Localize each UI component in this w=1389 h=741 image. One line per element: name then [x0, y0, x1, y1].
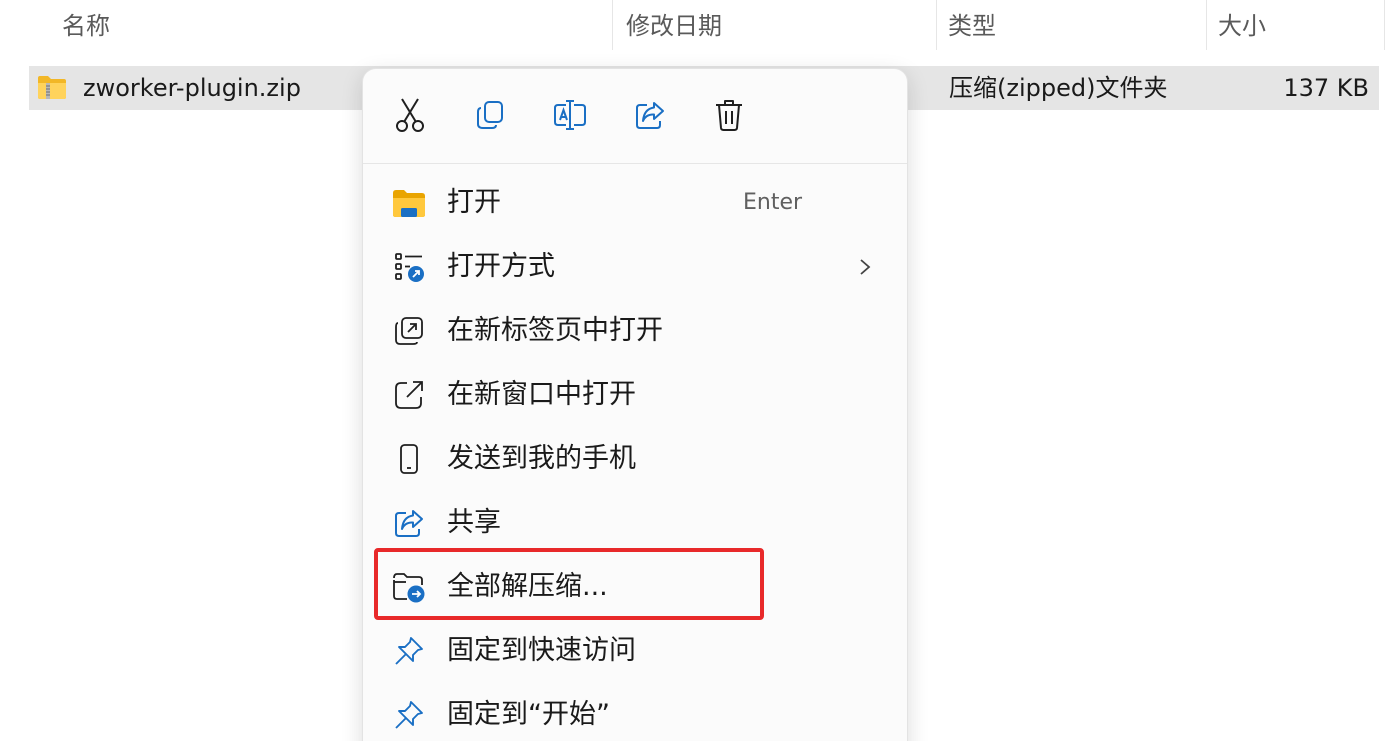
column-size[interactable]: 大小	[1218, 0, 1266, 52]
copy-icon	[474, 99, 506, 135]
menu-item-label: 全部解压缩...	[447, 571, 608, 602]
share-button[interactable]	[630, 97, 670, 137]
menu-item-open-new-tab[interactable]: 在新标签页中打开	[363, 303, 907, 359]
context-menu: 打开 Enter 打开方式 在新标签页中打开 在新窗口中打开 发送到我的手机 共…	[362, 68, 908, 741]
zip-folder-icon	[37, 74, 67, 100]
rename-button[interactable]	[550, 97, 590, 137]
file-size: 137 KB	[1283, 74, 1369, 102]
extract-all-icon	[391, 569, 427, 605]
menu-item-label: 发送到我的手机	[447, 443, 636, 474]
delete-icon	[714, 98, 744, 136]
menu-item-label: 固定到“开始”	[447, 699, 610, 730]
column-modified[interactable]: 修改日期	[626, 0, 722, 52]
column-name[interactable]: 名称	[62, 0, 110, 52]
column-divider[interactable]	[612, 0, 613, 50]
pin-icon	[391, 697, 427, 733]
column-type[interactable]: 类型	[948, 0, 996, 52]
share-icon	[391, 505, 427, 541]
column-divider[interactable]	[1206, 0, 1207, 50]
new-window-icon	[391, 377, 427, 413]
new-tab-icon	[391, 313, 427, 349]
menu-item-label: 打开	[447, 187, 501, 218]
chevron-right-icon	[855, 257, 875, 277]
file-explorer-window: 名称 修改日期 类型 大小 zworker-plugin.zip 压缩(zipp…	[0, 0, 1389, 741]
menu-item-open[interactable]: 打开 Enter	[363, 175, 907, 231]
menu-item-label: 在新窗口中打开	[447, 379, 636, 410]
menu-item-send-to-phone[interactable]: 发送到我的手机	[363, 431, 907, 487]
share-icon	[634, 99, 666, 135]
column-divider[interactable]	[1384, 0, 1385, 50]
menu-divider	[363, 163, 907, 164]
cut-icon	[394, 97, 426, 137]
folder-icon	[391, 185, 427, 221]
menu-item-pin-quick-access[interactable]: 固定到快速访问	[363, 623, 907, 679]
column-header: 名称 修改日期 类型 大小	[0, 0, 1389, 52]
menu-item-shortcut: Enter	[743, 190, 803, 215]
delete-button[interactable]	[709, 97, 749, 137]
menu-item-open-with[interactable]: 打开方式	[363, 239, 907, 295]
file-type: 压缩(zipped)文件夹	[949, 74, 1168, 102]
cut-button[interactable]	[390, 97, 430, 137]
rename-icon	[553, 99, 587, 135]
copy-button[interactable]	[470, 97, 510, 137]
context-menu-toolbar	[363, 69, 907, 163]
menu-item-label: 在新标签页中打开	[447, 315, 663, 346]
menu-item-pin-start[interactable]: 固定到“开始”	[363, 687, 907, 741]
menu-item-extract-all[interactable]: 全部解压缩...	[363, 559, 907, 615]
menu-item-open-new-window[interactable]: 在新窗口中打开	[363, 367, 907, 423]
phone-icon	[391, 441, 427, 477]
menu-item-label: 固定到快速访问	[447, 635, 636, 666]
pin-icon	[391, 633, 427, 669]
menu-item-share[interactable]: 共享	[363, 495, 907, 551]
open-with-icon	[391, 249, 427, 285]
file-name[interactable]: zworker-plugin.zip	[83, 66, 301, 110]
menu-item-label: 共享	[447, 507, 501, 538]
column-divider[interactable]	[936, 0, 937, 50]
menu-item-label: 打开方式	[447, 251, 555, 282]
